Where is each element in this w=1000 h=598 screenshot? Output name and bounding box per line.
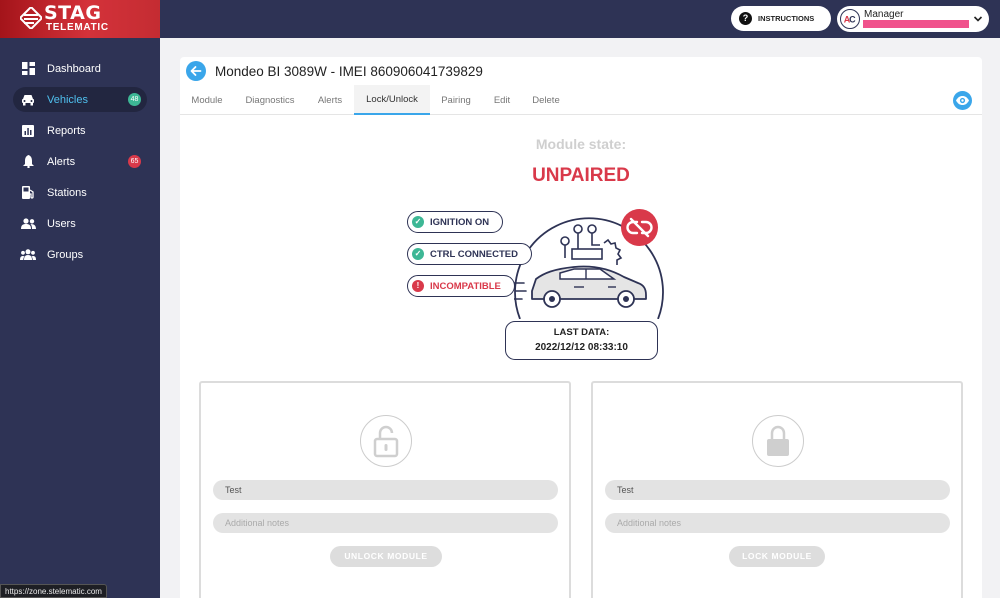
- browser-status-url: https://zone.stelematic.com: [0, 584, 107, 598]
- sidebar-item-label: Reports: [47, 124, 86, 137]
- unpaired-link-icon: [621, 209, 658, 246]
- groups-icon: [20, 247, 36, 263]
- last-data-value: 2022/12/12 08:33:10: [535, 342, 628, 353]
- sidebar-item-vehicles[interactable]: Vehicles 48: [13, 87, 147, 112]
- controller-status-pill: ✓ CTRL CONNECTED: [407, 243, 532, 265]
- tab-alerts[interactable]: Alerts: [306, 85, 354, 115]
- tab-module[interactable]: Module: [180, 85, 234, 115]
- tab-edit[interactable]: Edit: [482, 85, 522, 115]
- sidebar-item-users[interactable]: Users: [13, 211, 147, 236]
- sidebar-item-stations[interactable]: Stations: [13, 180, 147, 205]
- stag-logo-icon: [20, 7, 42, 29]
- unlock-notes-field[interactable]: Additional notes: [213, 513, 558, 533]
- svg-text:C: C: [849, 15, 856, 25]
- sidebar-item-reports[interactable]: Reports: [13, 118, 147, 143]
- vehicle-card: Mondeo BI 3089W - IMEI 860906041739829 M…: [180, 57, 982, 598]
- tab-pairing[interactable]: Pairing: [430, 85, 482, 115]
- unlock-name-field[interactable]: Test: [213, 480, 558, 500]
- check-circle-icon: ✓: [412, 248, 424, 260]
- user-avatar: A C: [840, 9, 860, 29]
- sidebar: STAG TELEMATIC Dashboard Vehicles 48 Rep…: [0, 0, 160, 598]
- page-title: Mondeo BI 3089W - IMEI 860906041739829: [215, 64, 483, 79]
- sidebar-item-dashboard[interactable]: Dashboard: [13, 56, 147, 81]
- ignition-status-pill: ✓ IGNITION ON: [407, 211, 503, 233]
- help-icon: ?: [739, 12, 752, 25]
- brand-logo[interactable]: STAG TELEMATIC: [0, 0, 160, 38]
- alerts-count-badge: 65: [128, 155, 141, 168]
- check-circle-icon: ✓: [412, 216, 424, 228]
- visibility-toggle[interactable]: [953, 91, 972, 110]
- tab-lock-unlock[interactable]: Lock/Unlock: [354, 85, 430, 115]
- tab-bar: Module Diagnostics Alerts Lock/Unlock Pa…: [180, 85, 982, 115]
- eye-icon: [956, 96, 969, 105]
- user-menu[interactable]: A C Manager: [837, 6, 989, 32]
- lock-icon-circle: [752, 415, 804, 467]
- sidebar-item-label: Groups: [47, 248, 84, 261]
- vehicles-count-badge: 48: [128, 93, 141, 106]
- indicator-label: IGNITION ON: [430, 216, 490, 228]
- instructions-label: INSTRUCTIONS: [758, 14, 815, 23]
- station-icon: [20, 185, 36, 201]
- chevron-down-icon: [973, 16, 983, 22]
- sidebar-item-label: Users: [47, 217, 76, 230]
- instructions-button[interactable]: ? INSTRUCTIONS: [731, 6, 831, 31]
- brand-name: STAG: [44, 2, 102, 24]
- module-state-value: UNPAIRED: [532, 165, 630, 186]
- tab-delete[interactable]: Delete: [522, 85, 570, 115]
- indicator-label: CTRL CONNECTED: [430, 248, 518, 260]
- sidebar-item-label: Stations: [47, 186, 87, 199]
- unlock-icon-circle: [360, 415, 412, 467]
- module-state-label: Module state:: [535, 136, 627, 152]
- back-button[interactable]: [186, 61, 206, 81]
- reports-icon: [20, 123, 36, 139]
- sidebar-item-alerts[interactable]: Alerts 65: [13, 149, 147, 174]
- error-circle-icon: !: [412, 280, 424, 292]
- unlocked-padlock-icon: [373, 425, 398, 457]
- dashboard-icon: [20, 61, 36, 77]
- compatibility-status-pill: ! INCOMPATIBLE: [407, 275, 515, 297]
- user-role: Manager: [864, 9, 904, 20]
- lock-notes-field[interactable]: Additional notes: [605, 513, 950, 533]
- indicator-label: INCOMPATIBLE: [430, 280, 501, 292]
- users-icon: [20, 216, 36, 232]
- unlock-panel: Test Additional notes UNLOCK MODULE: [199, 381, 571, 598]
- unlock-module-button[interactable]: UNLOCK MODULE: [330, 546, 442, 567]
- lock-module-button[interactable]: LOCK MODULE: [729, 546, 825, 567]
- brand-sub: TELEMATIC: [46, 22, 109, 33]
- top-bar: ? INSTRUCTIONS A C Manager: [160, 0, 1000, 38]
- redacted-username: [863, 20, 969, 28]
- lock-panel: Test Additional notes LOCK MODULE: [591, 381, 963, 598]
- sidebar-item-label: Alerts: [47, 155, 76, 168]
- bell-icon: [20, 154, 36, 170]
- sidebar-item-groups[interactable]: Groups: [13, 242, 147, 267]
- tab-diagnostics[interactable]: Diagnostics: [234, 85, 306, 115]
- locked-padlock-icon: [766, 425, 789, 456]
- car-icon: [20, 92, 36, 108]
- last-data-label: LAST DATA:: [553, 327, 610, 338]
- arrow-left-icon: [190, 66, 202, 76]
- last-data-box: LAST DATA: 2022/12/12 08:33:10: [505, 321, 658, 360]
- sidebar-nav: Dashboard Vehicles 48 Reports Alerts 65: [0, 56, 160, 273]
- lock-name-field[interactable]: Test: [605, 480, 950, 500]
- sidebar-item-label: Vehicles: [47, 93, 88, 106]
- sidebar-item-label: Dashboard: [47, 62, 101, 75]
